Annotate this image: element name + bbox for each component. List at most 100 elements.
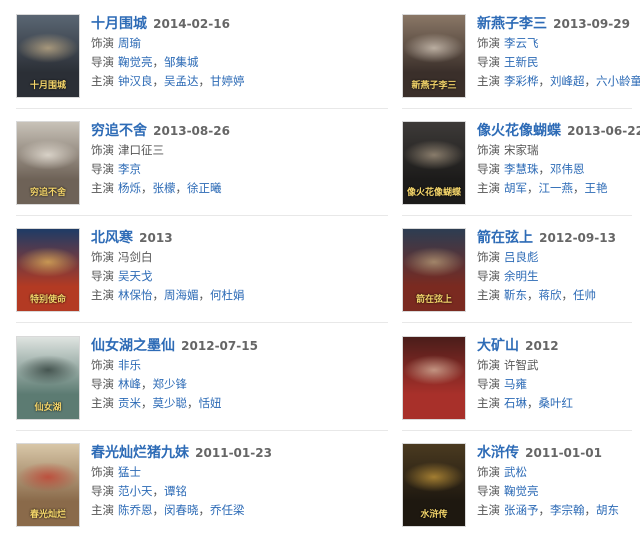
cast-member-link[interactable]: 贡米	[118, 396, 141, 410]
director-link[interactable]: 林峰	[118, 377, 141, 391]
cast-member-link[interactable]: 何杜娟	[210, 288, 245, 302]
cast-row: 主演 张涵予，李宗翰，胡东	[477, 501, 640, 520]
director-row-label: 导演	[91, 162, 114, 176]
role-name[interactable]: 非乐	[118, 358, 141, 372]
cast-member-link[interactable]: 闵春晓	[164, 503, 199, 517]
cast-row-label: 主演	[91, 181, 114, 195]
cast-member-link[interactable]: 李宗翰	[550, 503, 585, 517]
role-name[interactable]: 吕良彪	[504, 250, 539, 264]
director-link[interactable]: 鞠觉亮	[118, 55, 153, 69]
film-card: 箭在弦上 箭在弦上 2012-09-13 饰演 吕良彪 导演 余明生 主演 靳东，蒋欣，任帅	[402, 228, 640, 328]
row-divider	[16, 322, 388, 323]
cast-row: 主演 陈乔恩，闵春晓，乔任梁	[91, 501, 271, 520]
director-row: 导演 余明生	[477, 267, 640, 286]
director-link[interactable]: 余明生	[504, 269, 539, 283]
cast-row-label: 主演	[91, 288, 114, 302]
role-name[interactable]: 猛士	[118, 465, 141, 479]
cast-member-link[interactable]: 杨烁	[118, 181, 141, 195]
film-card: 特别使命 北风寒 2013 饰演 冯剑白 导演 吴天戈 主演 林保怡，周海媚，何杜娟	[16, 228, 266, 328]
film-title-link[interactable]: 大矿山	[477, 338, 519, 354]
director-row-label: 导演	[477, 162, 500, 176]
film-title-link[interactable]: 穷追不舍	[91, 123, 147, 139]
role-name[interactable]: 周瑜	[118, 36, 141, 50]
cast-member-link[interactable]: 钟汉良	[118, 74, 153, 88]
separator: ，	[141, 377, 153, 391]
cast-member-link[interactable]: 江一燕	[539, 181, 574, 195]
cast-member-link[interactable]: 张涵予	[504, 503, 539, 517]
cast-member-link[interactable]: 吴孟达	[164, 74, 199, 88]
film-title-link[interactable]: 新燕子李三	[477, 16, 547, 32]
poster-image[interactable]: 水浒传	[402, 443, 466, 527]
poster-image[interactable]: 穷追不舍	[16, 121, 80, 205]
poster-image[interactable]: 仙女湖	[16, 336, 80, 420]
cast-member-link[interactable]: 胡军	[504, 181, 527, 195]
cast-member-link[interactable]: 恬妞	[199, 396, 222, 410]
separator: ，	[584, 74, 597, 88]
role-name[interactable]: 李云飞	[504, 36, 539, 50]
director-row: 导演 范小天，谭铭	[91, 482, 271, 501]
director-link[interactable]: 马雍	[504, 377, 527, 391]
cast-member-link[interactable]: 甘婷婷	[210, 74, 245, 88]
cast-member-link[interactable]: 胡东	[596, 503, 619, 517]
film-title-link[interactable]: 北风寒	[91, 230, 133, 246]
cast-member-link[interactable]: 莫少聪	[153, 396, 188, 410]
poster-highlight	[17, 355, 79, 385]
row-divider	[402, 215, 632, 216]
director-link[interactable]: 谭铭	[164, 484, 187, 498]
poster-image[interactable]	[402, 336, 466, 420]
director-link[interactable]: 李慧珠	[504, 162, 539, 176]
film-title-link[interactable]: 春光灿烂猪九妹	[91, 445, 189, 461]
director-link[interactable]: 王新民	[504, 55, 539, 69]
poster-image[interactable]: 春光灿烂	[16, 443, 80, 527]
role-row: 饰演 许智武	[477, 356, 640, 375]
cast-member-link[interactable]: 陈乔恩	[118, 503, 153, 517]
poster-highlight	[17, 247, 79, 277]
cast-member-link[interactable]: 石琳	[504, 396, 527, 410]
film-title-link[interactable]: 水浒传	[477, 445, 519, 461]
cast-member-link[interactable]: 张檬	[153, 181, 176, 195]
cast-member-link[interactable]: 靳东	[504, 288, 527, 302]
director-link[interactable]: 邓伟恩	[550, 162, 585, 176]
poster-caption: 箭在弦上	[415, 295, 452, 305]
cast-member-link[interactable]: 林保怡	[118, 288, 153, 302]
film-title-link[interactable]: 十月围城	[91, 16, 147, 32]
director-link[interactable]: 李京	[118, 162, 141, 176]
poster-image[interactable]: 新燕子李三	[402, 14, 466, 98]
role-name[interactable]: 武松	[504, 465, 527, 479]
role-row: 饰演 宋家瑞	[477, 141, 640, 160]
cast-row: 主演 杨烁，张檬，徐正曦	[91, 179, 271, 198]
poster-caption: 水浒传	[420, 510, 448, 520]
film-info: 十月围城 2014-02-16 饰演 周瑜 导演 鞠觉亮，邹集城 主演 钟汉良，吴孟达，甘婷…	[91, 14, 271, 91]
release-date: 2012	[521, 339, 559, 353]
cast-member-link[interactable]: 蒋欣	[539, 288, 562, 302]
role-row-label: 饰演	[91, 143, 114, 157]
film-title-link[interactable]: 像火花像蝴蝶	[477, 123, 561, 139]
cast-member-link[interactable]: 徐正曦	[187, 181, 222, 195]
cast-member-link[interactable]: 周海媚	[164, 288, 199, 302]
separator: ，	[152, 288, 165, 302]
cast-member-link[interactable]: 任帅	[573, 288, 596, 302]
cast-member-link[interactable]: 六小龄童	[596, 74, 640, 88]
poster-image[interactable]: 十月围城	[16, 14, 80, 98]
release-date: 2013-09-29	[549, 17, 630, 31]
separator: ，	[152, 74, 165, 88]
role-row: 饰演 武松	[477, 463, 640, 482]
director-link[interactable]: 邹集城	[164, 55, 199, 69]
director-row: 导演 鞠觉亮，邹集城	[91, 53, 271, 72]
poster-image[interactable]: 像火花像蝴蝶	[402, 121, 466, 205]
film-title-link[interactable]: 仙女湖之墨仙	[91, 338, 175, 354]
director-row-label: 导演	[91, 55, 114, 69]
cast-member-link[interactable]: 乔任梁	[210, 503, 245, 517]
cast-member-link[interactable]: 桑叶红	[539, 396, 574, 410]
director-link[interactable]: 鞠觉亮	[504, 484, 539, 498]
separator: ，	[527, 288, 539, 302]
film-title-link[interactable]: 箭在弦上	[477, 230, 533, 246]
cast-member-link[interactable]: 李彩桦	[504, 74, 539, 88]
director-link[interactable]: 范小天	[118, 484, 153, 498]
director-link[interactable]: 郑少锋	[153, 377, 188, 391]
cast-member-link[interactable]: 王艳	[585, 181, 608, 195]
poster-image[interactable]: 特别使命	[16, 228, 80, 312]
poster-image[interactable]: 箭在弦上	[402, 228, 466, 312]
cast-member-link[interactable]: 刘峰超	[550, 74, 585, 88]
director-link[interactable]: 吴天戈	[118, 269, 153, 283]
